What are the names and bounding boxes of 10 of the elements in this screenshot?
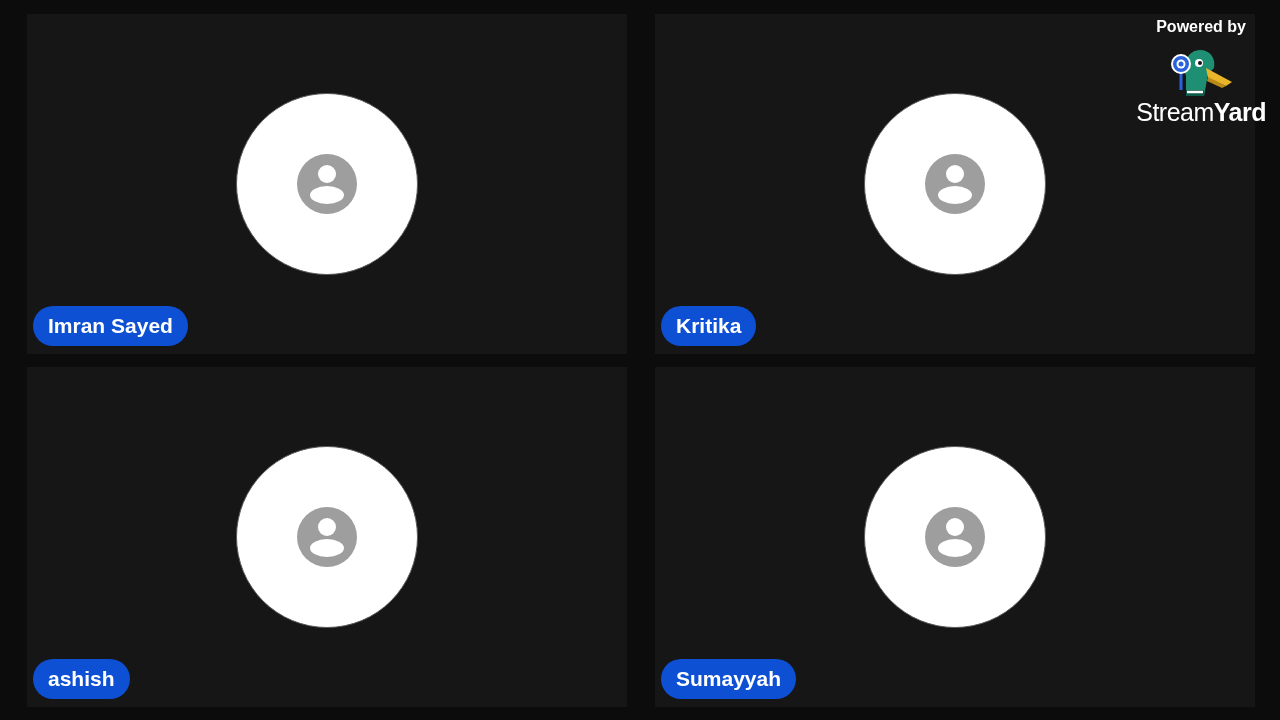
user-icon: [925, 154, 985, 214]
brand-wordmark: StreamYard: [1136, 98, 1266, 126]
participant-name-tag: Kritika: [661, 306, 757, 346]
participant-name-tag: Sumayyah: [661, 659, 797, 699]
participant-name-tag: ashish: [33, 659, 130, 699]
user-icon: [297, 507, 357, 567]
powered-by-label: Powered by: [1156, 17, 1246, 37]
participant-name-tag: Imran Sayed: [33, 306, 188, 346]
user-icon: [297, 154, 357, 214]
user-icon: [925, 507, 985, 567]
